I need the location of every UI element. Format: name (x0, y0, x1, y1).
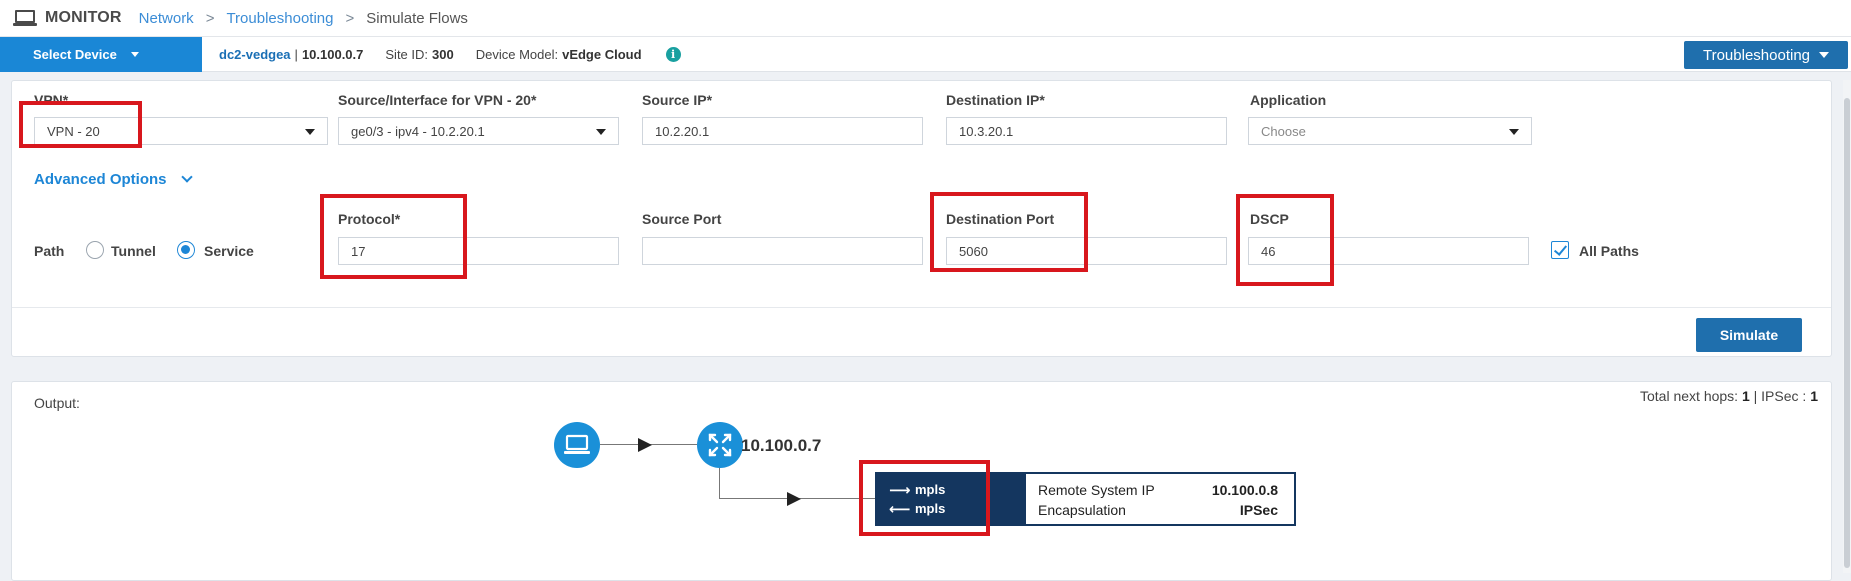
remote-ip-value: 10.100.0.8 (1211, 482, 1278, 498)
vpn-select[interactable]: VPN - 20 (34, 117, 328, 145)
device-model-value: vEdge Cloud (562, 46, 642, 62)
router-ip: 10.100.0.7 (741, 436, 822, 455)
path-service-radio[interactable] (177, 241, 195, 259)
device-bar: Select Device dc2-vedgea | 10.100.0.7 Si… (0, 36, 1851, 72)
tunnel-out-color: mpls (915, 482, 946, 497)
dscp-label: DSCP (1250, 211, 1289, 227)
page-title: MONITOR (45, 9, 122, 26)
next-hops-label: Total next hops: (1640, 388, 1739, 404)
breadcrumb-separator: > (345, 9, 355, 27)
select-device-label: Select Device (33, 46, 117, 62)
application-label: Application (1250, 92, 1327, 108)
source-ip-value: 10.2.20.1 (655, 123, 710, 139)
next-hops-count: 1 (1741, 388, 1750, 404)
advanced-options-label: Advanced Options (34, 171, 167, 188)
arrow-right-icon: ⟶ (889, 481, 911, 499)
path-tunnel-label[interactable]: Tunnel (111, 243, 156, 259)
path-label: Path (34, 243, 65, 259)
device-info: dc2-vedgea | 10.100.0.7 Site ID: 300 Dev… (219, 46, 681, 62)
arrow-right-icon (787, 492, 801, 506)
encapsulation-label: Encapsulation (1038, 502, 1126, 518)
destination-ip-label: Destination IP* (946, 92, 1045, 108)
source-port-label: Source Port (642, 211, 722, 227)
caret-down-icon (1819, 52, 1829, 58)
encapsulation-value: IPSec (1239, 502, 1278, 518)
device-hostname: dc2-vedgea (219, 46, 291, 62)
output-label: Output: (34, 395, 80, 411)
source-port-input[interactable] (642, 237, 923, 265)
simulate-flows-form: VPN* VPN - 20 Source/Interface for VPN -… (11, 80, 1832, 357)
device-model-label: Device Model: (475, 46, 559, 62)
path-tunnel-radio[interactable] (86, 241, 104, 259)
application-placeholder: Choose (1261, 123, 1306, 139)
caret-down-icon (596, 129, 606, 135)
page-scrollbar[interactable] (1843, 80, 1851, 573)
destination-port-label: Destination Port (946, 211, 1055, 227)
flow-line (719, 468, 720, 498)
protocol-value: 17 (351, 243, 366, 259)
ipsec-label: IPSec : (1761, 388, 1807, 404)
form-divider (12, 307, 1831, 308)
scrollbar-thumb[interactable] (1844, 98, 1850, 568)
vpn-label: VPN* (34, 92, 69, 108)
site-id-value: 300 (432, 46, 454, 62)
source-ip-input[interactable]: 10.2.20.1 (642, 117, 923, 145)
arrow-right-icon (638, 438, 652, 452)
device-system-ip: 10.100.0.7 (301, 46, 364, 62)
chevron-down-icon (180, 171, 193, 183)
dscp-input[interactable]: 46 (1248, 237, 1529, 265)
destination-port-value: 5060 (959, 243, 988, 259)
advanced-options-toggle[interactable]: Advanced Options (34, 171, 193, 188)
next-hops-summary: Total next hops: 1 | IPSec : 1 (1640, 388, 1818, 404)
host-node[interactable] (554, 422, 600, 468)
destination-ip-value: 10.3.20.1 (959, 123, 1014, 139)
dscp-value: 46 (1261, 243, 1276, 259)
arrow-left-icon: ⟵ (889, 500, 911, 518)
destination-port-input[interactable]: 5060 (946, 237, 1227, 265)
protocol-label: Protocol* (338, 211, 401, 227)
troubleshooting-label: Troubleshooting (1702, 46, 1810, 64)
caret-down-icon (1509, 129, 1519, 135)
breadcrumb-separator: > (205, 9, 215, 27)
tunnel-in-color: mpls (915, 501, 946, 516)
breadcrumb-current: Simulate Flows (366, 9, 468, 27)
protocol-input[interactable]: 17 (338, 237, 619, 265)
source-interface-label: Source/Interface for VPN - 20* (338, 92, 537, 108)
tunnel-details: Remote System IP 10.100.0.8 Encapsulation… (1026, 474, 1294, 524)
ipsec-count: 1 (1810, 388, 1818, 404)
remote-ip-label: Remote System IP (1038, 482, 1155, 498)
monitor-icon (13, 10, 37, 26)
laptop-icon (564, 434, 590, 454)
source-interface-select[interactable]: ge0/3 - ipv4 - 10.2.20.1 (338, 117, 619, 145)
destination-ip-input[interactable]: 10.3.20.1 (946, 117, 1227, 145)
output-panel: Output: Total next hops: 1 | IPSec : 1 1… (11, 381, 1832, 581)
info-icon[interactable]: i (665, 46, 681, 62)
caret-down-icon (305, 129, 315, 135)
source-ip-label: Source IP* (642, 92, 713, 108)
breadcrumb-network[interactable]: Network (139, 10, 194, 27)
vpn-value: VPN - 20 (47, 123, 100, 139)
top-bar: MONITOR Network > Troubleshooting > Simu… (0, 0, 1851, 37)
breadcrumb-troubleshooting[interactable]: Troubleshooting (226, 10, 333, 27)
source-interface-value: ge0/3 - ipv4 - 10.2.20.1 (351, 123, 485, 139)
flow-line (652, 444, 697, 445)
simulate-button[interactable]: Simulate (1696, 318, 1802, 352)
all-paths-label[interactable]: All Paths (1579, 243, 1639, 259)
troubleshooting-dropdown-button[interactable]: Troubleshooting (1684, 41, 1848, 69)
site-id-label: Site ID: (385, 46, 429, 62)
router-node[interactable] (697, 422, 743, 468)
select-device-button[interactable]: Select Device (0, 36, 202, 72)
tunnel-card[interactable]: ⟶ mpls ⟵ mpls Remote System IP 10.100.0.8 E… (875, 472, 1296, 526)
application-select[interactable]: Choose (1248, 117, 1532, 145)
path-service-label[interactable]: Service (204, 243, 254, 259)
all-paths-checkbox[interactable] (1551, 241, 1569, 259)
router-icon (708, 433, 732, 457)
caret-down-icon (130, 51, 139, 57)
tunnel-colors: ⟶ mpls ⟵ mpls (877, 474, 1026, 524)
